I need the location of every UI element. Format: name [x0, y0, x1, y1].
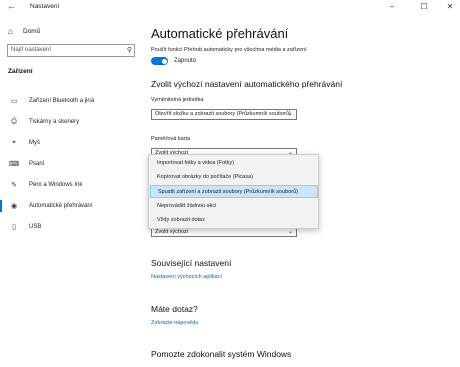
default-apps-link[interactable]: Nastavení výchozích aplikací	[151, 274, 222, 280]
improve-windows-heading: Pomozte zdokonalit systém Windows	[151, 349, 292, 359]
window-title: Nastavení	[30, 3, 60, 10]
close-button[interactable]: ✕	[440, 1, 460, 13]
bluetooth-icon: ▭	[10, 98, 18, 105]
device-select[interactable]: Zvolit výchozí ⌄	[151, 228, 297, 237]
home-label: Domů	[23, 28, 41, 35]
search-input[interactable]: Najít nastavení ⚲	[7, 44, 135, 57]
chevron-down-icon: ⌄	[287, 229, 293, 235]
sidebar-item-label: Myš	[29, 140, 40, 146]
home-link[interactable]: ⌂ Domů	[8, 27, 40, 36]
dropdown-option[interactable]: Importovat fotky a videa (Fotky)	[150, 157, 318, 170]
printer-icon: ⎙	[11, 118, 17, 125]
usb-icon: ▯	[12, 224, 16, 231]
maximize-button[interactable]: ☐	[414, 1, 434, 13]
sidebar-item-label: USB	[29, 224, 42, 230]
keyboard-icon: ⌨	[8, 161, 20, 168]
sidebar-item-bluetooth[interactable]: ▭ Zařízení Bluetooth a jiná	[0, 93, 141, 109]
dropdown-option[interactable]: Neprovádět žádnou akci	[150, 200, 318, 213]
minimize-button[interactable]: –	[382, 1, 402, 13]
dropdown-option[interactable]: Kopírovat obrázky do počítače (Picasa)	[150, 171, 318, 184]
sidebar-item-autoplay[interactable]: ◉ Automatické přehrávání	[0, 198, 141, 214]
removable-drive-value: Otevřít složku a zobrazit soubory (Průzk…	[155, 111, 291, 117]
removable-drive-select[interactable]: Otevřít složku a zobrazit soubory (Průzk…	[151, 109, 297, 120]
question-heading: Máte dotaz?	[151, 304, 198, 314]
home-icon: ⌂	[8, 27, 13, 36]
memory-card-label: Paměťová karta	[151, 136, 191, 142]
sidebar-item-typing[interactable]: ⌨ Psaní	[0, 156, 141, 172]
section-title: Zařízení	[8, 68, 33, 75]
device-select-value: Zvolit výchozí	[155, 229, 189, 235]
autoplay-icon: ◉	[10, 203, 18, 210]
back-arrow-icon[interactable]: ←	[7, 1, 16, 11]
sidebar-item-label: Psaní	[29, 161, 45, 167]
dropdown-option[interactable]: Vždy zobrazit dotaz	[150, 214, 318, 227]
sidebar-item-pen[interactable]: ✎ Pero a Windows Ink	[0, 177, 141, 193]
toggle-state-label: Zapnuto	[174, 58, 197, 64]
use-autoplay-label: Použít funkci Přehrát automaticky pro vš…	[151, 47, 307, 53]
related-settings-heading: Související nastavení	[151, 258, 232, 268]
defaults-heading: Zvolit výchozí nastavení automatického p…	[151, 79, 343, 89]
search-placeholder: Najít nastavení	[11, 47, 52, 53]
page-title: Automatické přehrávání	[151, 26, 289, 41]
sidebar-item-usb[interactable]: ▯ USB	[0, 219, 141, 235]
sidebar-item-mouse[interactable]: ⌖ Myš	[0, 135, 141, 151]
search-icon[interactable]: ⚲	[127, 46, 132, 54]
memory-card-dropdown-list: Importovat fotky a videa (Fotky) Kopírov…	[148, 154, 319, 229]
sidebar-item-label: Automatické přehrávání	[29, 203, 93, 209]
autoplay-toggle[interactable]	[151, 57, 168, 65]
toggle-knob	[161, 58, 167, 64]
pen-icon: ✎	[11, 182, 17, 189]
title-bar: ← Nastavení – ☐ ✕	[0, 0, 460, 14]
sidebar-item-label: Tiskárny a skenery	[29, 119, 80, 125]
chevron-down-icon: ⌄	[287, 111, 293, 117]
removable-drive-label: Vyměnitelná jednotka	[151, 97, 204, 103]
sidebar-item-label: Zařízení Bluetooth a jiná	[29, 98, 95, 104]
sidebar: ⌂ Domů Najít nastavení ⚲ Zařízení ▭ Zaří…	[0, 14, 141, 367]
get-help-link[interactable]: Zobrazte nápovědu	[151, 320, 198, 326]
mouse-icon: ⌖	[12, 139, 16, 146]
sidebar-item-label: Pero a Windows Ink	[29, 182, 83, 188]
sidebar-item-printers[interactable]: ⎙ Tiskárny a skenery	[0, 114, 141, 130]
dropdown-option-selected[interactable]: Spustit zařízení a zobrazit soubory (Prů…	[150, 185, 318, 198]
